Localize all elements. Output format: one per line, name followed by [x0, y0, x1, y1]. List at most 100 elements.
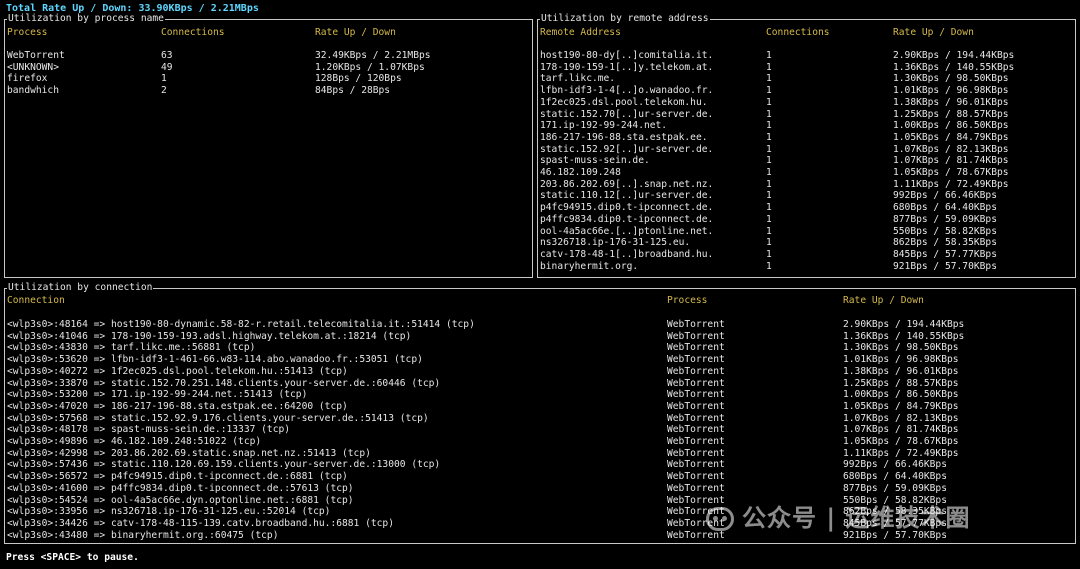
- connection-row-cell: <wlp3s0>:33870 => static.152.70.251.148.…: [7, 377, 441, 389]
- connection-row-cell: WebTorrent: [667, 319, 725, 330]
- process-row-cell: 84Bps / 28Bps: [315, 85, 391, 97]
- remote-row-cell: 1: [766, 108, 772, 120]
- connection-row-cell: 1.01KBps / 96.98KBps: [843, 354, 959, 366]
- remote-row-cell: 1: [766, 225, 772, 237]
- process-row-cell: WebTorrent: [7, 50, 65, 61]
- remote-panel-title: Utilization by remote address: [540, 13, 710, 25]
- remote-row-cell: tarf.likc.me.: [540, 73, 616, 85]
- connection-row-cell: <wlp3s0>:33956 => ns326718.ip-176-31-125…: [7, 506, 331, 518]
- remote-row-cell: 1: [766, 61, 772, 73]
- process-row-cell: firefox: [7, 73, 48, 85]
- connection-row-cell: <wlp3s0>:43830 => tarf.likc.me.:56881 (t…: [7, 342, 256, 354]
- remote-row-cell: 1f2ec025.dsl.pool.telekom.hu.: [540, 96, 708, 108]
- connection-row-cell: WebTorrent: [667, 424, 725, 436]
- remote-row-cell: 1.11KBps / 72.49KBps: [893, 178, 1009, 190]
- connection-row-cell: <wlp3s0>:57436 => static.110.120.69.159.…: [7, 459, 441, 471]
- connection-row-cell: <wlp3s0>:48178 => spast-muss-sein.de.:13…: [7, 424, 291, 436]
- remote-row-cell: 178-190-159-1[..]y.telekom.at.: [540, 61, 714, 73]
- process-row-cell: 63: [161, 50, 173, 61]
- remote-row-cell: 1: [766, 50, 772, 61]
- connection-row-cell: <wlp3s0>:56572 => p4fc94915.dip0.t-ipcon…: [7, 471, 348, 483]
- remote-row-cell: p4fc94915.dip0.t-ipconnect.de.: [540, 202, 714, 214]
- remote-row-cell: 862Bps / 58.35KBps: [893, 237, 997, 249]
- watermark: 公众号 | 运维技术圈: [706, 507, 970, 531]
- remote-row-cell: 2.90KBps / 194.44KBps: [893, 50, 1015, 61]
- connection-row-cell: WebTorrent: [667, 494, 725, 506]
- connection-row-cell: <wlp3s0>:47020 => 186-217-196-88.sta.est…: [7, 400, 348, 412]
- connection-row-cell: 1.00KBps / 86.50KBps: [843, 389, 959, 401]
- connection-row-cell: <wlp3s0>:40272 => 1f2ec025.dsl.pool.tele…: [7, 365, 348, 377]
- process-utilization-panel: Utilization by process name Process Conne…: [4, 13, 533, 278]
- remote-row-cell: 1.07KBps / 81.74KBps: [893, 155, 1009, 167]
- connection-row-cell: WebTorrent: [667, 482, 725, 494]
- remote-row-cell: 1: [766, 143, 772, 155]
- remote-row-cell: 1.05KBps / 84.79KBps: [893, 131, 1009, 143]
- connection-row-cell: WebTorrent: [667, 342, 725, 354]
- remote-row-cell: 186-217-196-88.sta.estpak.ee.: [540, 131, 708, 143]
- connection-row-cell: 1.30KBps / 98.50KBps: [843, 342, 959, 354]
- remote-row-cell: 1.00KBps / 86.50KBps: [893, 120, 1009, 132]
- process-row-cell: bandwhich: [7, 85, 59, 97]
- process-row-cell: 32.49KBps / 2.21MBps: [315, 50, 431, 61]
- remote-row-cell: 1: [766, 120, 772, 132]
- remote-row-cell: 1: [766, 178, 772, 190]
- remote-row-cell: 1.30KBps / 98.50KBps: [893, 73, 1009, 85]
- remote-row-cell: static.152.70[..]ur-server.de.: [540, 108, 714, 120]
- remote-row-cell: 845Bps / 57.77KBps: [893, 248, 997, 260]
- remote-row-cell: 1.25KBps / 88.57KBps: [893, 108, 1009, 120]
- process-header-rate-up-down: Rate Up / Down: [315, 27, 396, 38]
- remote-row-cell: 877Bps / 59.09KBps: [893, 213, 997, 225]
- connection-row-cell: WebTorrent: [667, 377, 725, 389]
- remote-row-cell: 1: [766, 248, 772, 260]
- process-row-cell: 49: [161, 61, 173, 73]
- remote-row-cell: spast-muss-sein.de.: [540, 155, 650, 167]
- connection-row-cell: <wlp3s0>:53620 => lfbn-idf3-1-461-66.w83…: [7, 354, 423, 366]
- remote-row-cell: 921Bps / 57.70KBps: [893, 260, 997, 272]
- remote-row-cell: 1: [766, 190, 772, 202]
- remote-row-cell: 1: [766, 73, 772, 85]
- connection-row-cell: 992Bps / 66.46KBps: [843, 459, 947, 471]
- remote-address-panel: Utilization by remote address Remote Add…: [537, 13, 1076, 278]
- remote-header-rate-up-down: Rate Up / Down: [893, 27, 974, 38]
- connection-row-cell: WebTorrent: [667, 436, 725, 447]
- connection-row-cell: <wlp3s0>:42998 => 203.86.202.69.static.s…: [7, 447, 371, 459]
- connection-row-cell: WebTorrent: [667, 330, 725, 342]
- connection-header-connection: Connection: [7, 295, 65, 306]
- process-row-cell: 128Bps / 120Bps: [315, 73, 402, 85]
- connection-row-cell: 680Bps / 64.40KBps: [843, 471, 947, 483]
- remote-header-remote-address: Remote Address: [540, 27, 621, 38]
- connection-row-cell: 1.36KBps / 140.55KBps: [843, 330, 965, 342]
- process-row-cell: 2: [161, 85, 167, 97]
- connection-row-cell: <wlp3s0>:53200 => 171.ip-192-99-244.net.…: [7, 389, 308, 401]
- remote-row-cell: 1: [766, 202, 772, 214]
- process-row-cell: 1: [161, 73, 167, 85]
- remote-row-cell: 992Bps / 66.46KBps: [893, 190, 997, 202]
- connection-row-cell: <wlp3s0>:48164 => host190-80-dynamic.58-…: [7, 319, 475, 330]
- remote-header-connections: Connections: [766, 27, 830, 38]
- remote-row-cell: lfbn-idf3-1-4[..]o.wanadoo.fr.: [540, 85, 714, 97]
- remote-row-cell: 46.182.109.248: [540, 167, 621, 178]
- connection-row-cell: 1.05KBps / 78.67KBps: [843, 436, 959, 447]
- connection-row-cell: 2.90KBps / 194.44KBps: [843, 319, 965, 330]
- connection-row-cell: <wlp3s0>:57568 => static.152.92.9.176.cl…: [7, 412, 429, 424]
- wechat-logo-icon: [706, 507, 734, 531]
- connection-row-cell: 1.05KBps / 84.79KBps: [843, 400, 959, 412]
- connection-row-cell: 1.07KBps / 81.74KBps: [843, 424, 959, 436]
- connection-row-cell: <wlp3s0>:34426 => catv-178-48-115-139.ca…: [7, 517, 394, 529]
- remote-row-cell: 1: [766, 167, 772, 178]
- remote-row-cell: host190-80-dy[..]comitalia.it.: [540, 50, 714, 61]
- connection-row-cell: 1.07KBps / 82.13KBps: [843, 412, 959, 424]
- remote-row-cell: 1.38KBps / 96.01KBps: [893, 96, 1009, 108]
- connection-row-cell: 1.11KBps / 72.49KBps: [843, 447, 959, 459]
- remote-row-cell: 1: [766, 213, 772, 225]
- remote-row-cell: 203.86.202.69[..].snap.net.nz.: [540, 178, 714, 190]
- remote-row-cell: catv-178-48-1[..]broadband.hu.: [540, 248, 714, 260]
- remote-row-cell: 550Bps / 58.82KBps: [893, 225, 997, 237]
- process-panel-title: Utilization by process name: [7, 13, 165, 25]
- remote-row-cell: 1: [766, 96, 772, 108]
- remote-row-cell: static.152.92[..]ur-server.de.: [540, 143, 714, 155]
- remote-row-cell: 680Bps / 64.40KBps: [893, 202, 997, 214]
- connection-row-cell: 1.38KBps / 96.01KBps: [843, 365, 959, 377]
- connection-row-cell: <wlp3s0>:49896 => 46.182.109.248:51022 (…: [7, 436, 262, 447]
- remote-row-cell: 1: [766, 85, 772, 97]
